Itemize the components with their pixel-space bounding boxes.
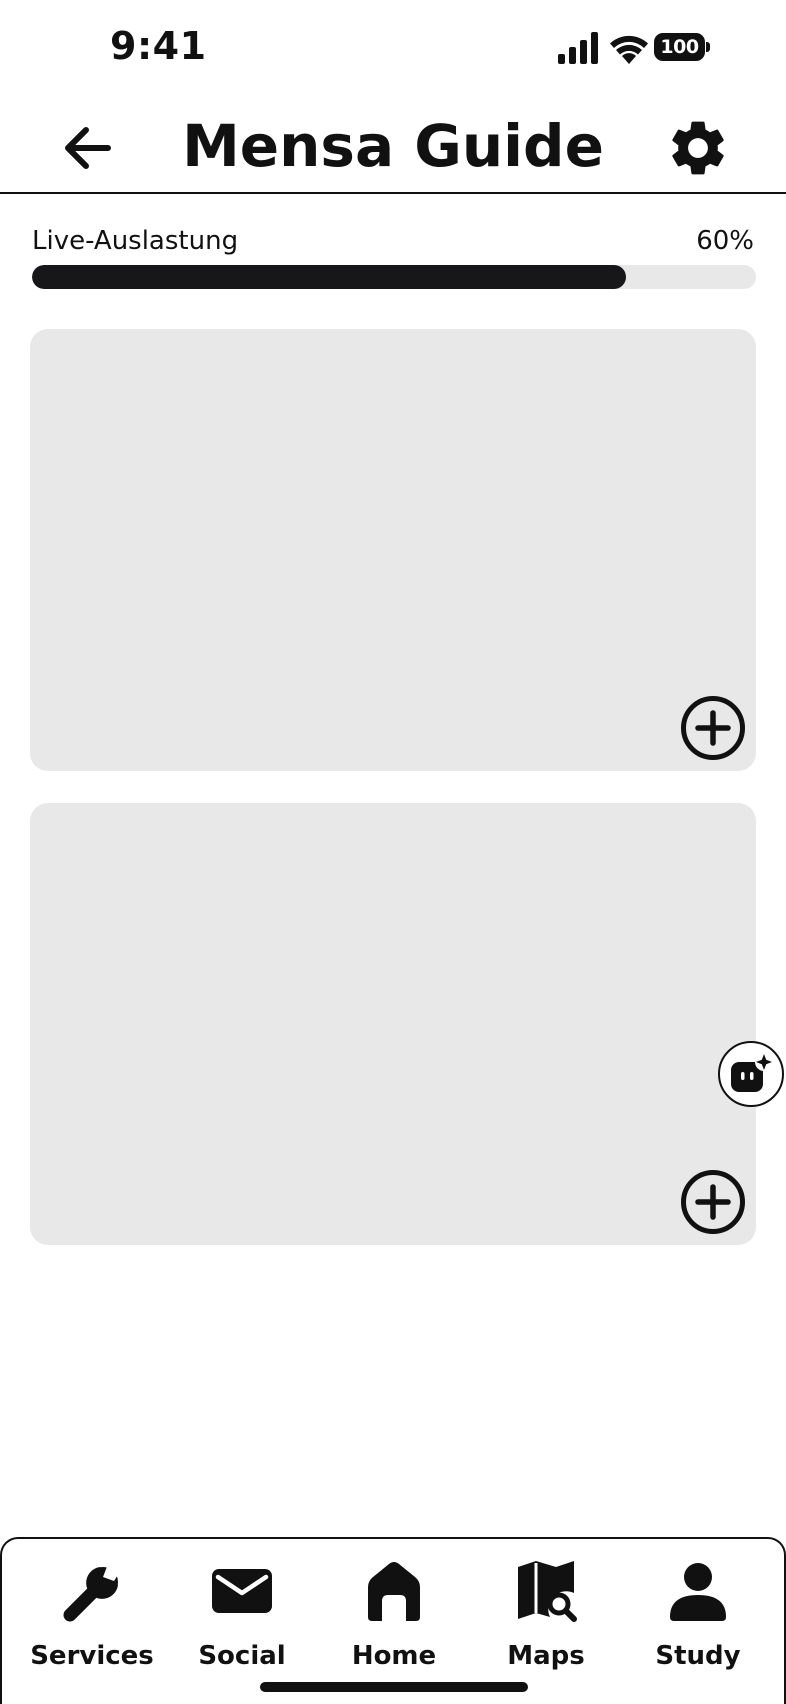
occupancy-progress-fill (32, 265, 626, 289)
battery-level: 100 (660, 36, 699, 58)
battery-icon: 100 (654, 33, 705, 61)
nav-label: Study (655, 1641, 741, 1671)
assistant-button[interactable] (718, 1041, 784, 1107)
nav-item-home[interactable]: Home (324, 1555, 464, 1675)
gear-icon (672, 121, 724, 175)
wifi-icon (610, 35, 648, 64)
nav-item-study[interactable]: Study (628, 1555, 768, 1675)
menu-card[interactable] (30, 803, 756, 1245)
map-search-icon (518, 1561, 577, 1622)
ai-assistant-icon (731, 1053, 773, 1092)
occupancy-value: 60% (696, 226, 754, 256)
nav-item-services[interactable]: Services (22, 1555, 162, 1675)
wrench-icon (63, 1564, 121, 1622)
nav-label: Services (30, 1641, 154, 1671)
person-icon (670, 1563, 726, 1621)
menu-card[interactable] (30, 329, 756, 771)
occupancy-label: Live-Auslastung (32, 226, 239, 256)
signal-icon (558, 32, 598, 64)
battery-cap (706, 42, 710, 52)
envelope-icon (212, 1569, 272, 1613)
status-time: 9:41 (110, 24, 207, 68)
occupancy-progress-bar (32, 265, 756, 289)
nav-item-maps[interactable]: Maps (476, 1555, 616, 1675)
bottom-navigation: Services Social Home Maps Study (0, 1537, 786, 1704)
header: Mensa Guide (0, 96, 786, 194)
settings-button[interactable] (662, 112, 734, 184)
home-icon (368, 1562, 420, 1621)
nav-label: Home (351, 1641, 437, 1671)
plus-circle-icon[interactable] (680, 695, 746, 761)
status-bar: 9:41 100 (0, 0, 786, 96)
nav-item-social[interactable]: Social (172, 1555, 312, 1675)
plus-circle-icon[interactable] (680, 1169, 746, 1235)
home-indicator (260, 1682, 528, 1692)
nav-label: Social (198, 1641, 286, 1671)
nav-label: Maps (507, 1641, 585, 1671)
